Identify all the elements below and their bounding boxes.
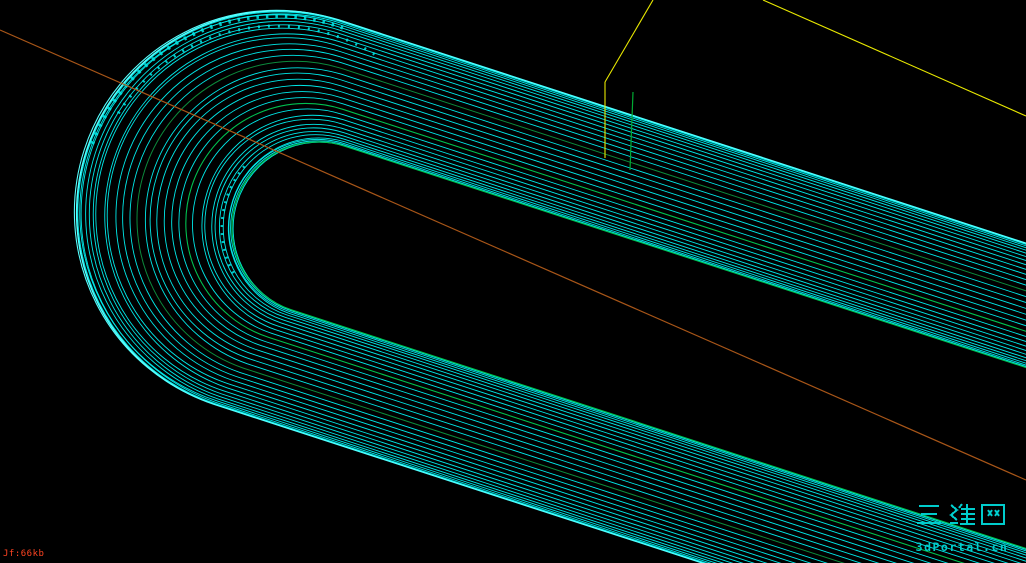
yellow-construction-line	[604, 0, 654, 83]
toolpath-loop	[129, 54, 1026, 563]
toolpath-loop	[218, 131, 1026, 559]
toolpath-loop	[228, 138, 1026, 552]
toolpath-loop	[192, 108, 1026, 563]
wireframe-geometry	[0, 0, 1026, 481]
toolpath-loop	[136, 60, 1026, 563]
toolpath-loop	[178, 97, 1026, 563]
toolpath-curves	[73, 9, 1026, 563]
toolpath-loop	[222, 134, 1026, 556]
cad-viewport[interactable]: 3dPortal.cn 三维网 Jf:66kb	[0, 0, 1026, 563]
toolpath-loop	[211, 123, 1026, 563]
toolpath-loop	[204, 118, 1026, 563]
watermark-subtitle: 3dPortal.cn	[916, 540, 1009, 554]
toolpath-loop	[201, 114, 1026, 563]
watermark-cjk-char-wei	[949, 503, 975, 525]
status-readout: Jf:66kb	[3, 549, 45, 559]
green-curve-segment	[629, 91, 634, 171]
toolpath-loop	[95, 27, 1026, 563]
toolpath-loop	[88, 20, 1026, 563]
toolpath-loop	[92, 24, 1026, 563]
toolpath-loop	[171, 91, 1026, 563]
watermark-cjk-char-wang	[981, 504, 1005, 525]
yellow-construction-line	[762, 0, 1026, 117]
